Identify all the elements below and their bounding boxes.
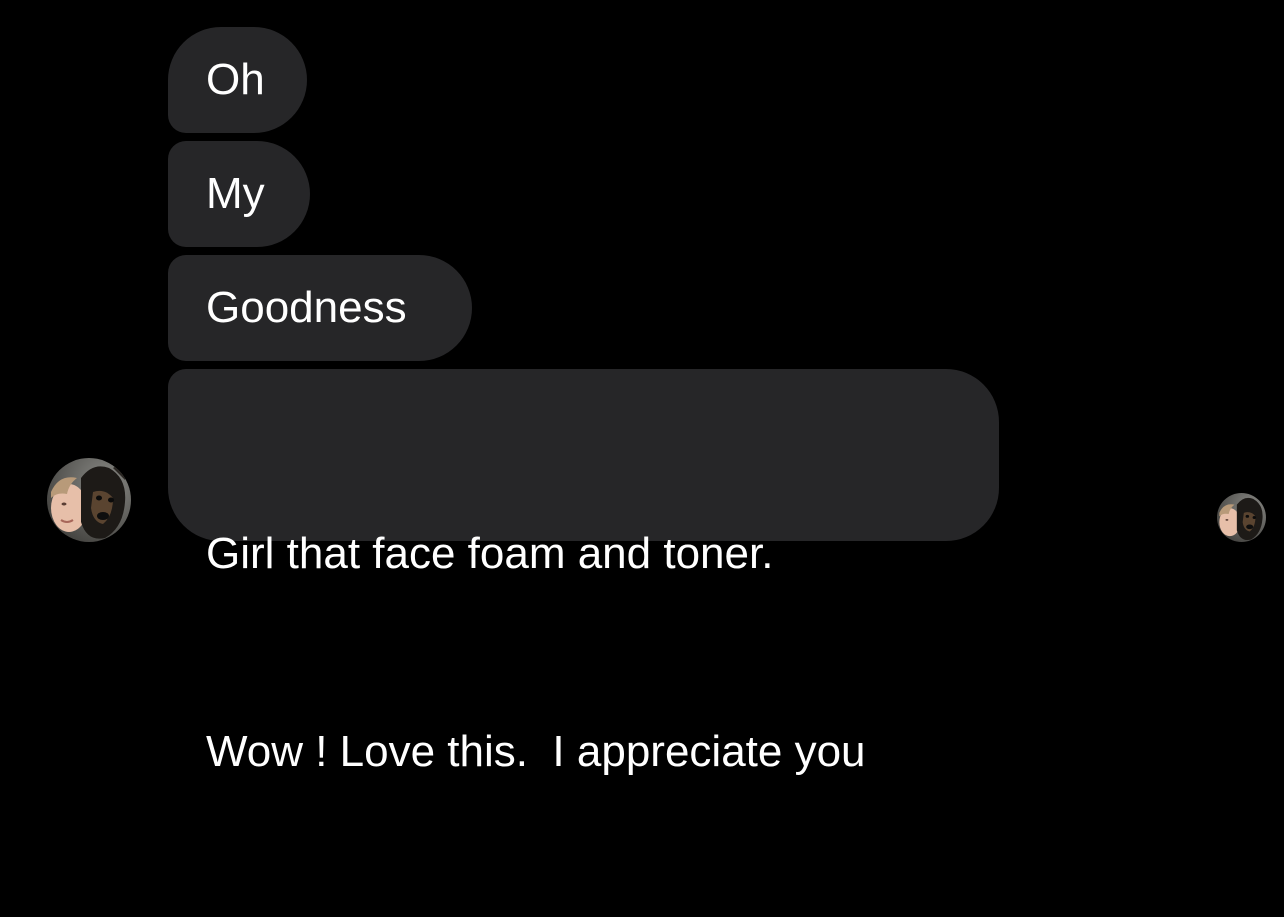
message-bubble[interactable]: My [168, 141, 310, 247]
message-bubble[interactable]: Girl that face foam and toner. Wow ! Lov… [168, 369, 999, 776]
message-text-line: Wow ! Love this. I appreciate you [206, 727, 866, 776]
sender-avatar[interactable] [47, 458, 131, 542]
message-text: Goodness [206, 283, 407, 332]
read-receipt-avatar [1217, 493, 1266, 542]
message-bubble[interactable]: Goodness [168, 255, 472, 361]
read-receipt-avatar-photo-icon [1217, 493, 1266, 542]
contact-avatar-photo-icon [47, 458, 131, 542]
message-text: My [206, 169, 265, 218]
message-bubble[interactable]: Oh [168, 27, 307, 133]
message-text-line: Girl that face foam and toner. [206, 529, 774, 578]
message-text: Oh [206, 55, 265, 104]
message-thread: Oh My Goodness Girl that face foam and t… [0, 0, 1284, 776]
